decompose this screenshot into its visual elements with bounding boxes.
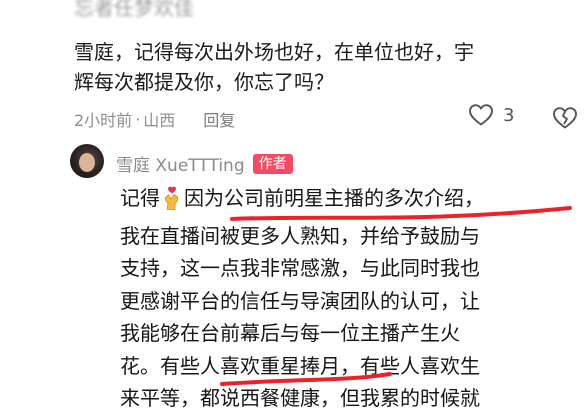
author-badge: 作者 <box>252 153 293 174</box>
parent-comment-line-1: 雪庭，记得每次出外场也好，在单位也好，宇 <box>74 40 474 64</box>
heart-outline-icon <box>469 104 493 126</box>
comment-time: 2小时前 <box>74 111 133 130</box>
reply-line-6: 花。有些人喜欢重星捧月，有些人喜欢生 <box>120 353 480 378</box>
author-username[interactable]: 雪庭 XueTTTing <box>116 151 245 176</box>
comment-location: 山西 <box>143 111 176 130</box>
parent-comment-meta: 2小时前 · 山西 回复 <box>74 106 235 132</box>
reply-line-2: 我在直播间被更多人熟知，并给予鼓励与 <box>120 223 480 248</box>
dislike-button[interactable] <box>552 106 578 134</box>
reply-line-5: 我能够在台前幕后与每一位主播产生火 <box>120 321 460 345</box>
parent-comment-username[interactable]: 忘者任梦欢佳 <box>74 0 194 21</box>
like-button[interactable]: 3 <box>468 103 514 127</box>
reply-line-1-text: 因为公司前明星主播的多次介绍， <box>184 186 484 210</box>
avatar-face <box>79 153 95 172</box>
reply-line-7: 来平等，都说西餐健康，但我累的时候就 <box>120 386 480 410</box>
reply-button[interactable]: 回复 <box>203 107 235 131</box>
parent-comment-line-2: 辉每次都提及你，你忘了吗？ <box>74 70 334 94</box>
like-count: 3 <box>503 104 515 126</box>
reply-line-3: 支持，这一点我非常感激，与此同时我也 <box>120 256 480 280</box>
parent-comment-text: 雪庭，记得每次出外场也好，在单位也好，宇 辉每次都提及你，你忘了吗？ <box>74 37 574 97</box>
reply-line-1: 记得 因为公司前明星主播的多次介绍， <box>120 182 575 220</box>
reply-first-word: 记得 <box>120 186 160 210</box>
pinched-fingers-heart-icon <box>162 186 182 220</box>
author-header: 雪庭 XueTTTing 作者 <box>116 151 293 176</box>
reply-line-4: 更感谢平台的信任与导演团队的认可，让 <box>120 288 480 313</box>
author-avatar[interactable] <box>70 144 104 178</box>
author-reply-text: 记得 因为公司前明星主播的多次介绍， 我在直播间被更多人熟知，并给予鼓励与 支持… <box>120 182 575 415</box>
dislike-heart-icon <box>553 107 577 129</box>
meta-separator: · <box>135 109 141 129</box>
